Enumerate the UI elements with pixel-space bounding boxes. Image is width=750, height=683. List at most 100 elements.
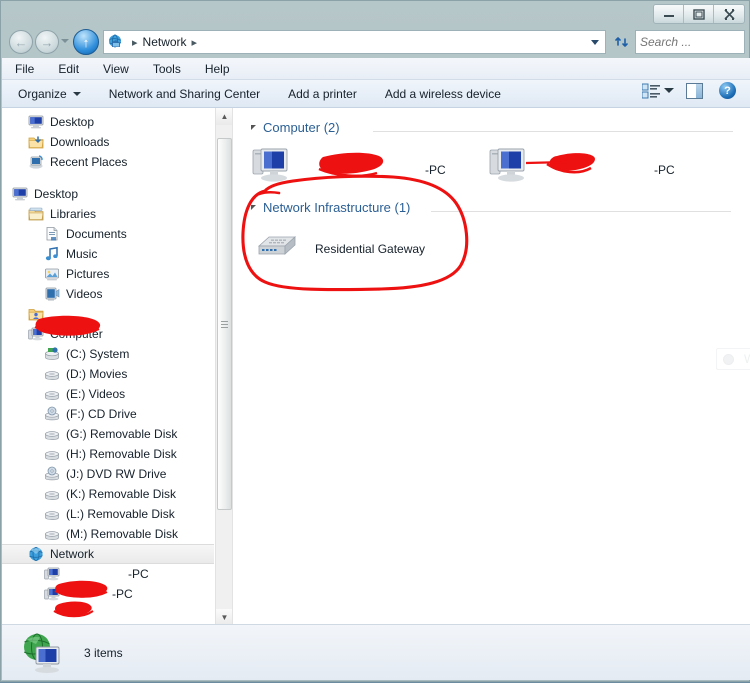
menu-tools[interactable]: Tools: [150, 60, 184, 78]
network-and-sharing-center-button[interactable]: Network and Sharing Center: [109, 87, 260, 101]
computer-icon: [44, 566, 60, 582]
maximize-button[interactable]: [684, 5, 714, 23]
help-icon[interactable]: ?: [719, 82, 736, 99]
sidebar-item-network-22[interactable]: Network: [2, 544, 214, 564]
minimize-button[interactable]: [654, 5, 684, 23]
breadcrumb-separator-trailing[interactable]: ▸: [192, 36, 198, 49]
sidebar-item-documents-6[interactable]: Documents: [2, 224, 232, 244]
residential-gateway-label: Residential Gateway: [315, 241, 426, 256]
navigation-tree: Desktop Downloads Recent Places Desktop Libr…: [2, 112, 232, 604]
sidebar-item-h-removable-disk-17[interactable]: (H:) Removable Disk: [2, 444, 232, 464]
recent-pages-dropdown[interactable]: [61, 39, 69, 43]
chevron-down-icon: [72, 91, 81, 96]
up-arrow-icon: ↑: [82, 34, 90, 50]
computer-tile-1[interactable]: -PC: [251, 146, 446, 193]
menu-file[interactable]: File: [12, 60, 37, 78]
menu-view[interactable]: View: [100, 60, 132, 78]
computer-tile-1-label: -PC: [425, 162, 446, 177]
music-icon: [44, 246, 60, 262]
group-header-computer[interactable]: Computer (2): [251, 120, 340, 135]
sidebar-item-desktop-4[interactable]: Desktop: [2, 184, 232, 204]
sidebar-item-music-7[interactable]: Music: [2, 244, 232, 264]
menu-help[interactable]: Help: [202, 60, 233, 78]
status-bar: 3 items: [2, 624, 750, 680]
scrollbar-thumb[interactable]: [217, 138, 232, 510]
group-title-network-infrastructure: Network Infrastructure (1): [263, 200, 411, 215]
navigation-bar: ← → ↑ ▸ Network ▸: [1, 28, 750, 56]
refresh-button[interactable]: [611, 31, 633, 53]
back-button[interactable]: ←: [9, 30, 33, 54]
breadcrumb-network[interactable]: Network: [143, 35, 187, 49]
forward-button[interactable]: →: [35, 30, 59, 54]
group-header-network-infrastructure[interactable]: Network Infrastructure (1): [251, 200, 410, 215]
computer-icon: [28, 326, 44, 342]
sidebar-item-videos-9[interactable]: Videos: [2, 284, 232, 304]
sidebar-item-label: Music: [66, 247, 98, 261]
search-input[interactable]: [640, 35, 750, 49]
computer-tile-2-label: -PC: [654, 162, 675, 177]
sidebar-item-l-removable-disk-20[interactable]: (L:) Removable Disk: [2, 504, 232, 524]
drive-icon: [44, 506, 60, 522]
scroll-up-button[interactable]: ▲: [216, 108, 232, 125]
residential-gateway-tile[interactable]: Residential Gateway: [255, 230, 425, 267]
sidebar-item-redacted-item-10[interactable]: [2, 304, 232, 324]
add-a-printer-button[interactable]: Add a printer: [288, 87, 357, 101]
search-box[interactable]: [635, 30, 750, 54]
network-computer-icon: [22, 632, 66, 674]
close-button[interactable]: [714, 5, 744, 23]
item-count-label: 3 items: [84, 645, 123, 660]
help-glyph: ?: [724, 84, 731, 97]
optical-drive-icon: [44, 406, 60, 422]
sidebar-item-e-videos-14[interactable]: (E:) Videos: [2, 384, 232, 404]
refresh-icon: [615, 37, 628, 47]
chevron-down-icon[interactable]: [591, 40, 599, 45]
views-icon[interactable]: [641, 83, 660, 99]
sidebar-item-c-system-12[interactable]: (C:) System: [2, 344, 232, 364]
sidebar-item-d-movies-13[interactable]: (D:) Movies: [2, 364, 232, 384]
sidebar-item-recent-places-2[interactable]: Recent Places: [2, 152, 232, 172]
address-bar[interactable]: ▸ Network ▸: [103, 30, 606, 54]
toolbar-right-group: ?: [641, 82, 742, 99]
sidebar-item-k-removable-disk-19[interactable]: (K:) Removable Disk: [2, 484, 232, 504]
sidebar-item-desktop-0[interactable]: Desktop: [2, 112, 232, 132]
sidebar-item-label: Videos: [66, 287, 103, 301]
sidebar-item-downloads-1[interactable]: Downloads: [2, 132, 232, 152]
sidebar-item-label: (F:) CD Drive: [66, 407, 137, 421]
menu-bar: File Edit View Tools Help: [2, 58, 750, 80]
sidebar-item-j-dvd-rw-drive-18[interactable]: (J:) DVD RW Drive: [2, 464, 232, 484]
menu-edit[interactable]: Edit: [55, 60, 82, 78]
sidebar-item-pc-23[interactable]: -PC: [2, 564, 232, 584]
sidebar-item-m-removable-disk-21[interactable]: (M:) Removable Disk: [2, 524, 232, 544]
computer-tile-icon: [488, 146, 536, 193]
recent-places-icon: [28, 154, 44, 170]
sidebar-item-g-removable-disk-16[interactable]: (G:) Removable Disk: [2, 424, 232, 444]
sidebar-item-label: (D:) Movies: [66, 367, 128, 381]
pictures-icon: [44, 266, 60, 282]
drive-icon: [44, 386, 60, 402]
drive-icon: [44, 366, 60, 382]
triangle-down-icon: [251, 125, 256, 130]
breadcrumb-separator-leading: ▸: [132, 36, 138, 49]
sidebar-item-computer-11[interactable]: Computer: [2, 324, 232, 344]
sidebar-item-f-cd-drive-15[interactable]: (F:) CD Drive: [2, 404, 232, 424]
computer-tile-2[interactable]: -PC: [488, 146, 675, 193]
sidebar-item-pictures-8[interactable]: Pictures: [2, 264, 232, 284]
videos-icon: [44, 286, 60, 302]
sidebar-item-libraries-5[interactable]: Libraries: [2, 204, 232, 224]
sidebar-item-pc-24[interactable]: -PC: [2, 584, 232, 604]
preview-pane-icon[interactable]: [686, 82, 703, 99]
navigation-pane: Desktop Downloads Recent Places Desktop Libr…: [2, 108, 232, 626]
navigation-pane-scrollbar[interactable]: ▲ ▼: [215, 108, 232, 626]
file-list-pane[interactable]: Computer (2) -PC -PC Network Infrastruct…: [232, 108, 750, 626]
user-folder-icon: [28, 306, 44, 322]
gateway-icon: [255, 230, 299, 267]
scrollbar-grip-icon: [221, 320, 228, 328]
chevron-down-icon[interactable]: [664, 88, 674, 93]
sidebar-item-label: -PC: [128, 567, 149, 581]
add-a-wireless-device-button[interactable]: Add a wireless device: [385, 87, 501, 101]
drive-icon: [44, 426, 60, 442]
sidebar-item-label: Desktop: [34, 187, 79, 201]
up-button[interactable]: ↑: [73, 29, 99, 55]
sidebar-item-label: (E:) Videos: [66, 387, 126, 401]
organize-button[interactable]: Organize: [18, 87, 81, 101]
